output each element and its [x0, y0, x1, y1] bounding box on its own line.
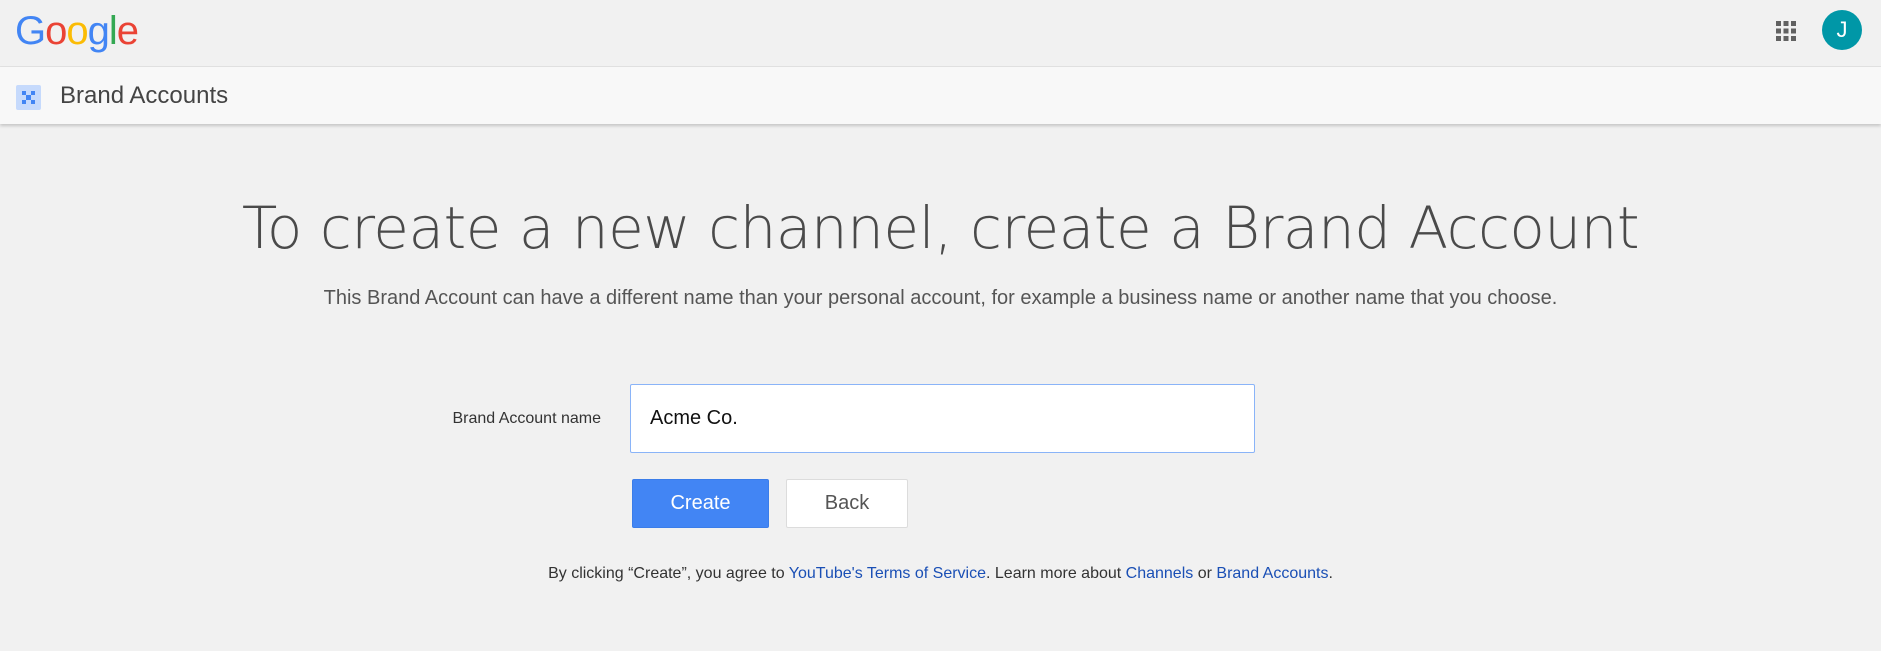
brand-account-name-input[interactable] — [630, 384, 1255, 453]
google-logo[interactable]: Google — [15, 8, 139, 54]
legal-middle: . Learn more about — [986, 565, 1126, 582]
legal-prefix: By clicking “Create”, you agree to — [548, 565, 789, 582]
terms-of-service-link[interactable]: YouTube's Terms of Service — [789, 565, 986, 582]
apps-grid-icon[interactable] — [1775, 20, 1797, 42]
logo-letter: G — [15, 9, 46, 53]
logo-letter: e — [116, 9, 139, 53]
back-button[interactable]: Back — [786, 479, 908, 528]
legal-notice: By clicking “Create”, you agree to YouTu… — [0, 564, 1881, 584]
sub-header: Brand Accounts — [0, 67, 1881, 124]
create-button[interactable]: Create — [632, 479, 769, 528]
logo-letter: g — [87, 9, 110, 53]
page-section-title: Brand Accounts — [60, 82, 229, 109]
page-headline: To create a new channel, create a Brand … — [241, 194, 1640, 262]
legal-or: or — [1193, 565, 1217, 582]
legal-suffix: . — [1328, 565, 1333, 582]
brand-accounts-icon — [16, 85, 41, 110]
top-bar: Google J — [0, 0, 1881, 67]
logo-letter: o — [66, 9, 88, 53]
logo-letter: o — [45, 9, 67, 53]
channels-link[interactable]: Channels — [1126, 565, 1194, 582]
account-avatar[interactable]: J — [1822, 10, 1862, 50]
logo-letter: l — [108, 9, 118, 53]
brand-account-name-label: Brand Account name — [452, 410, 601, 427]
page-description: This Brand Account can have a different … — [323, 287, 1558, 309]
brand-accounts-link[interactable]: Brand Accounts — [1216, 565, 1328, 582]
